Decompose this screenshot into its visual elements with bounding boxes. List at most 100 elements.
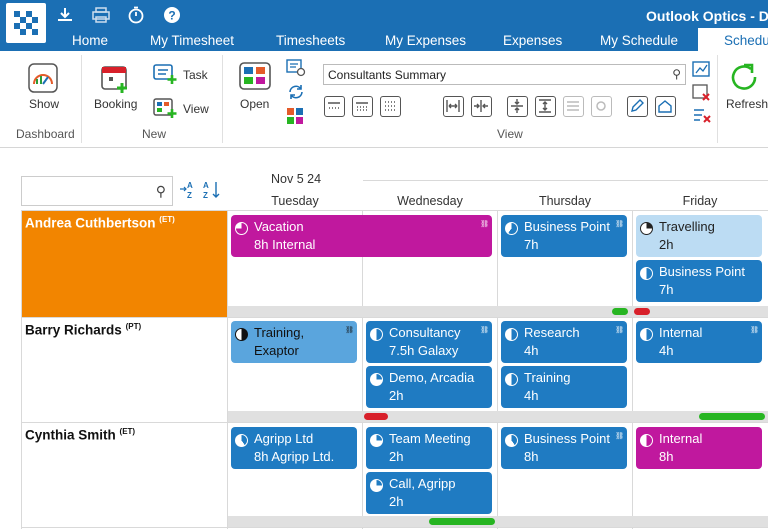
link-icon: ⛓ [480,327,489,334]
zoom-week-icon[interactable] [352,96,373,117]
delete-booking-icon[interactable] [692,84,712,107]
view-settings-icon[interactable] [286,59,306,82]
booking-card[interactable]: Training 4h [501,366,627,408]
svg-text:Z: Z [187,191,192,200]
view-group-label: View [497,127,523,141]
view-label[interactable]: View [183,102,209,116]
link-icon: ⛓ [615,433,624,440]
task-icon[interactable] [152,63,178,90]
week-date-label: Nov 5 24 [271,172,322,186]
resource-timezone: (PT) [125,322,142,331]
day-header-tuesday: Tuesday [271,194,319,208]
booking-card[interactable]: ⛓ Internal 4h [636,321,762,363]
progress-pie-icon [370,434,383,447]
view-summary-select[interactable]: Consultants Summary ⚲ [323,64,686,85]
utilization-over-indicator [634,308,650,315]
resource-row-barry[interactable]: Barry Richards (PT) [22,318,227,422]
booking-detail: 2h [389,449,404,464]
color-view-icon[interactable] [286,107,306,130]
booking-card[interactable]: Business Point 7h [636,260,762,302]
print-icon[interactable] [91,6,111,24]
collapse-vertical-icon[interactable] [507,96,528,117]
show-label: Show [29,97,60,111]
collapse-horizontal-icon[interactable] [471,96,492,117]
ribbon-divider [81,55,82,143]
resource-row-andrea[interactable]: Andrea Cuthbertson (ET) [22,211,227,317]
day-header-wednesday: Wednesday [397,194,463,208]
schedule-board: ⚲ AZ AZ Nov 5 24 Tuesday Wednesday Thurs… [0,149,768,529]
edit-view-icon[interactable] [627,96,648,117]
day-header-friday: Friday [682,194,718,208]
tab-my-timesheet[interactable]: My Timesheet [150,33,234,48]
progress-pie-icon [640,434,653,447]
booking-title: Team Meeting [389,431,471,446]
tab-expenses[interactable]: Expenses [503,33,562,48]
booking-card[interactable]: ⛓ Consultancy 7.5h Galaxy [366,321,492,363]
booking-title: Agripp Ltd [254,431,314,446]
tab-my-expenses[interactable]: My Expenses [385,33,466,48]
edit-chart-icon[interactable] [692,61,712,84]
booking-title: Consultancy [389,325,461,340]
booking-card[interactable]: ⛓ Business Point 7h [501,215,627,257]
booking-detail: 8h Agripp Ltd. [254,449,335,464]
booking-card[interactable]: Team Meeting 2h [366,427,492,469]
clear-filter-icon[interactable] [692,107,712,130]
tab-schedule[interactable]: Schedu [698,28,768,51]
timer-icon[interactable] [126,6,146,24]
booking-card[interactable]: ⛓ Training, Exaptor 8h [231,321,357,363]
booking-detail: 8h [254,360,351,363]
grid-disabled-icon [563,96,584,117]
download-icon[interactable] [55,6,75,24]
booking-card[interactable]: ⛓ Vacation 8h Internal [231,215,492,257]
resource-row-cynthia[interactable]: Cynthia Smith (ET) [22,423,227,527]
expand-vertical-icon[interactable] [535,96,556,117]
booking-title: Internal [659,431,703,446]
open-view-icon[interactable] [238,61,272,100]
app-logo-icon [6,3,46,43]
grid-col-line [362,211,363,529]
booking-card[interactable]: ⛓ Research 4h [501,321,627,363]
sort-ascending-icon[interactable]: AZ [179,179,199,204]
refresh-label[interactable]: Refresh [726,97,768,111]
booking-title: Research [524,325,580,340]
ribbon-divider [717,55,718,143]
home-view-icon[interactable] [655,96,676,117]
zoom-day-icon[interactable] [324,96,345,117]
zoom-month-icon[interactable] [380,96,401,117]
progress-pie-icon [505,328,518,341]
search-icon[interactable]: ⚲ [156,183,166,200]
dashboard-show-button[interactable] [28,63,58,98]
tab-my-schedule[interactable]: My Schedule [600,33,678,48]
booking-icon[interactable] [100,63,132,100]
sort-descending-icon[interactable]: AZ [202,179,222,204]
tab-home[interactable]: Home [72,33,108,48]
tab-timesheets[interactable]: Timesheets [276,33,345,48]
open-label[interactable]: Open [240,97,269,111]
help-icon[interactable]: ? [162,6,182,24]
resource-filter-input[interactable]: ⚲ [21,176,173,206]
utilization-bar [228,516,768,527]
svg-text:?: ? [168,9,175,23]
booking-card[interactable]: Internal 8h [636,427,762,469]
booking-card[interactable]: Travelling 2h [636,215,762,257]
booking-card[interactable]: Agripp Ltd 8h Agripp Ltd. [231,427,357,469]
new-group-label: New [142,127,167,141]
booking-title: Training, Exaptor [254,325,305,358]
progress-pie-icon [235,434,248,447]
title-bar: ? Outlook Optics - De Home My Timesheet … [0,0,768,51]
svg-text:A: A [187,181,193,190]
booking-label[interactable]: Booking [94,97,137,111]
booking-card[interactable]: Call, Agripp 2h [366,472,492,514]
sync-view-icon[interactable] [286,83,306,106]
svg-text:A: A [203,181,209,190]
booking-title: Demo, Arcadia [389,370,475,385]
refresh-icon[interactable] [731,63,759,96]
progress-pie-icon [640,267,653,280]
view-add-icon[interactable] [152,97,178,124]
expand-horizontal-icon[interactable] [443,96,464,117]
booking-card[interactable]: ⛓ Business Point 8h [501,427,627,469]
booking-card[interactable]: Demo, Arcadia 2h [366,366,492,408]
task-label[interactable]: Task [183,68,208,82]
link-icon: ⛓ [480,221,489,228]
search-icon[interactable]: ⚲ [672,67,681,81]
